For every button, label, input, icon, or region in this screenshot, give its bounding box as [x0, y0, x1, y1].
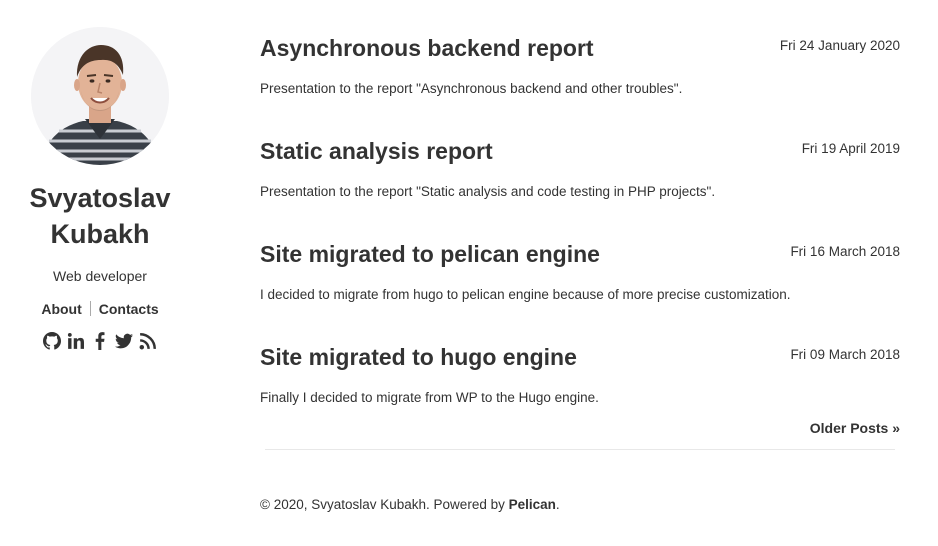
post-date: Fri 24 January 2020 — [779, 38, 900, 53]
footer-text: © 2020, Svyatoslav Kubakh. Powered by — [260, 497, 509, 512]
facebook-icon[interactable] — [91, 332, 109, 350]
author-name: Svyatoslav Kubakh — [29, 183, 171, 249]
linkedin-icon[interactable] — [67, 332, 85, 350]
pelican-link[interactable]: Pelican — [509, 497, 556, 512]
post-title-link[interactable]: Asynchronous backend report — [260, 33, 594, 63]
post-title-link[interactable]: Site migrated to hugo engine — [260, 342, 577, 372]
nav-contacts-link[interactable]: Contacts — [99, 301, 159, 317]
avatar — [31, 27, 169, 165]
post-title-link[interactable]: Static analysis report — [260, 136, 493, 166]
sidebar-nav: About Contacts — [0, 300, 200, 318]
footer-end: . — [555, 497, 560, 512]
rss-icon[interactable] — [139, 332, 157, 350]
nav-about-link[interactable]: About — [41, 301, 81, 317]
post-date: Fri 16 March 2018 — [790, 244, 900, 259]
post-date: Fri 09 March 2018 — [790, 347, 900, 362]
post-summary: Finally I decided to migrate from WP to … — [260, 390, 599, 405]
github-icon[interactable] — [43, 332, 61, 350]
page: Svyatoslav Kubakh Web developer About Con… — [0, 0, 938, 546]
twitter-icon[interactable] — [115, 332, 133, 350]
post-summary: Presentation to the report "Asynchronous… — [260, 81, 683, 96]
post-summary: I decided to migrate from hugo to pelica… — [260, 287, 791, 302]
footer: © 2020, Svyatoslav Kubakh. Powered by Pe… — [260, 496, 560, 514]
nav-separator — [89, 301, 91, 316]
post-date: Fri 19 April 2019 — [801, 141, 900, 156]
social-links — [0, 332, 200, 350]
author-role: Web developer — [53, 268, 147, 284]
post-title-link[interactable]: Site migrated to pelican engine — [260, 239, 600, 269]
post-summary: Presentation to the report "Static analy… — [260, 184, 716, 199]
footer-divider — [265, 449, 895, 450]
older-posts-link[interactable]: Older Posts » — [810, 419, 900, 437]
